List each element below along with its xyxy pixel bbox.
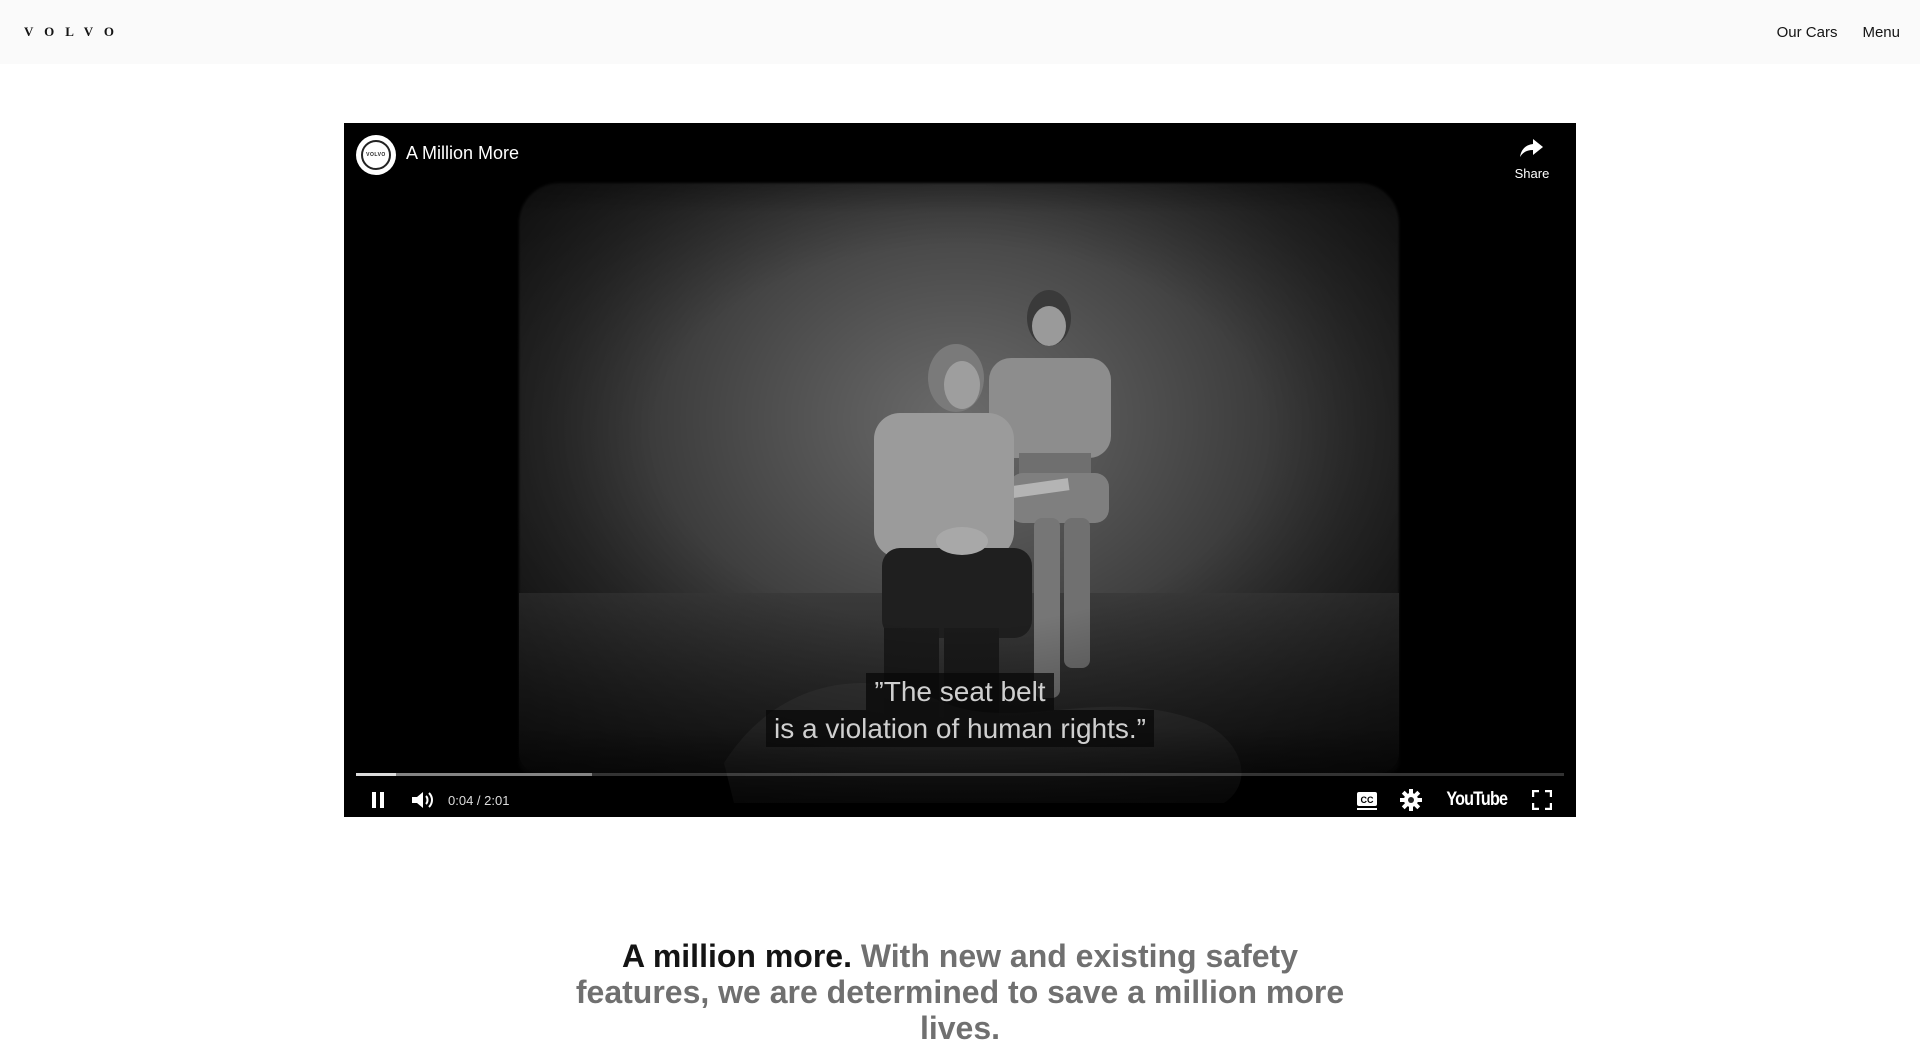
pause-button[interactable]	[356, 783, 400, 817]
site-header: VOLVO Our Cars Menu	[0, 0, 1920, 64]
video-title[interactable]: A Million More	[406, 143, 519, 164]
nav-our-cars[interactable]: Our Cars	[1777, 24, 1838, 41]
tagline-strong: A million more.	[622, 938, 852, 974]
youtube-logo[interactable]: YouTube	[1439, 789, 1513, 811]
nav-menu[interactable]: Menu	[1862, 24, 1900, 41]
main-nav: Our Cars Menu	[1777, 24, 1900, 41]
pause-icon	[372, 792, 384, 808]
player-controls: 0:04 / 2:01 CC YouTube	[356, 783, 1564, 817]
volume-icon	[412, 792, 433, 808]
share-button[interactable]: Share	[1510, 137, 1554, 181]
cc-icon: CC	[1356, 792, 1377, 810]
share-icon	[1520, 139, 1543, 157]
share-label: Share	[1514, 166, 1550, 181]
progress-played	[356, 773, 396, 776]
channel-avatar[interactable]: VOLVO	[356, 135, 396, 175]
volume-button[interactable]	[400, 783, 444, 817]
controls-left: 0:04 / 2:01	[356, 783, 509, 817]
fullscreen-icon	[1532, 790, 1552, 810]
time-display: 0:04 / 2:01	[448, 792, 510, 808]
svg-text:CC: CC	[1360, 795, 1373, 805]
settings-button[interactable]	[1389, 783, 1433, 817]
caption-line-2: is a violation of human rights.”	[766, 710, 1154, 747]
video-player[interactable]: VOLVO A Million More Share ”The seat bel…	[344, 123, 1576, 817]
fullscreen-button[interactable]	[1520, 783, 1564, 817]
tagline: A million more. With new and existing sa…	[560, 938, 1360, 1046]
caption-line-1: ”The seat belt	[866, 673, 1054, 710]
settings-icon	[1399, 789, 1422, 811]
captions-button[interactable]: CC	[1345, 783, 1389, 817]
progress-bar[interactable]	[356, 773, 1564, 776]
volvo-logo[interactable]: VOLVO	[24, 24, 125, 40]
captions: ”The seat belt is a violation of human r…	[344, 673, 1576, 747]
volvo-logo-icon: VOLVO	[361, 140, 391, 170]
controls-right: CC YouTube	[1345, 783, 1564, 817]
top-gradient	[344, 123, 1576, 213]
